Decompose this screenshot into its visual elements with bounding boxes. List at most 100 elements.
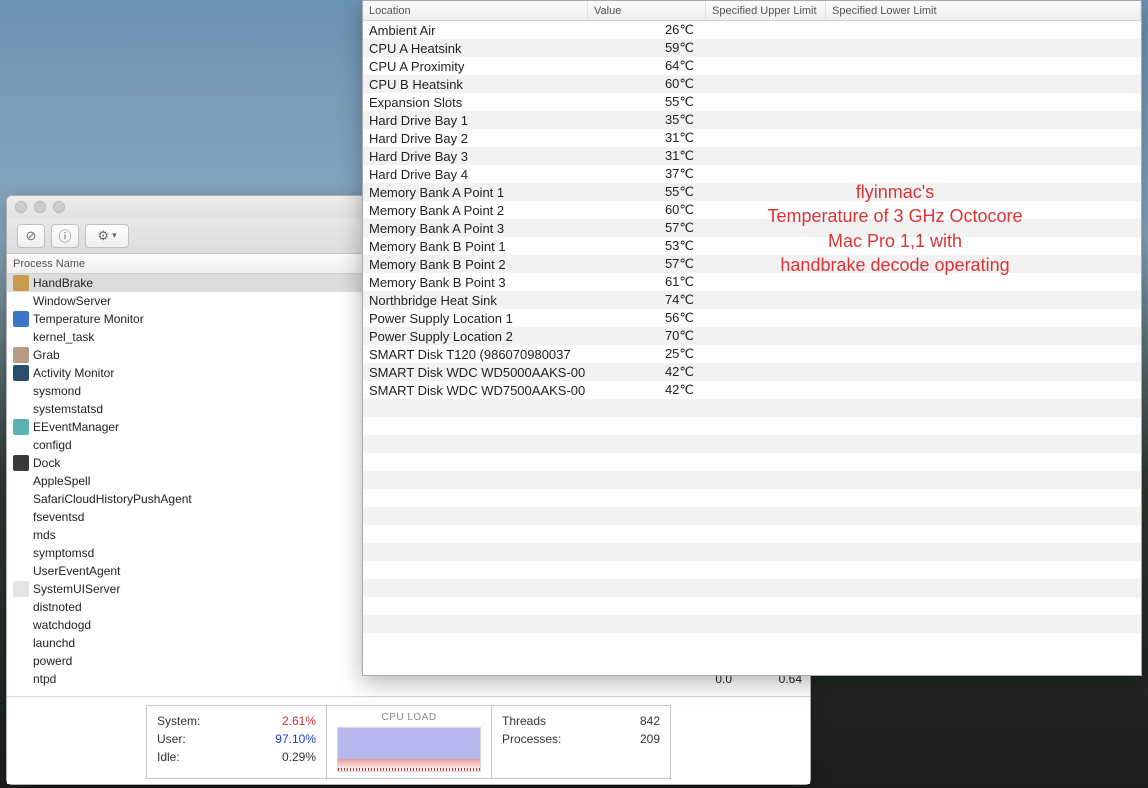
sensor-value: 60℃	[588, 202, 706, 218]
sensor-row[interactable]: Power Supply Location 156℃	[363, 309, 1141, 327]
sensor-location: CPU A Heatsink	[363, 41, 588, 56]
sensor-location: Hard Drive Bay 1	[363, 113, 588, 128]
empty-row	[363, 525, 1141, 543]
label-threads: Threads	[502, 712, 546, 730]
sensor-value: 42℃	[588, 364, 706, 380]
sensor-value: 37℃	[588, 166, 706, 182]
col-header-upper[interactable]: Specified Upper Limit	[706, 1, 826, 20]
sensor-row[interactable]: Ambient Air26℃	[363, 21, 1141, 39]
sensor-value: 61℃	[588, 274, 706, 290]
empty-row	[363, 615, 1141, 633]
sensor-location: Memory Bank B Point 3	[363, 275, 588, 290]
label-system: System:	[157, 712, 200, 730]
sensor-location: Memory Bank B Point 2	[363, 257, 588, 272]
sensor-location: Power Supply Location 1	[363, 311, 588, 326]
sensor-value: 59℃	[588, 40, 706, 56]
thread-process-summary: Threads 842 Processes: 209	[491, 705, 671, 779]
inspect-process-button[interactable]: ⓘ	[51, 224, 79, 248]
process-icon	[13, 419, 29, 435]
empty-row	[363, 417, 1141, 435]
sensor-row[interactable]: Hard Drive Bay 331℃	[363, 147, 1141, 165]
sensor-value: 60℃	[588, 76, 706, 92]
sensor-value: 55℃	[588, 94, 706, 110]
chevron-down-icon: ▾	[112, 230, 117, 241]
sensor-value: 42℃	[588, 382, 706, 398]
annotation-line: Temperature of 3 GHz Octocore	[735, 204, 1055, 228]
empty-row	[363, 507, 1141, 525]
empty-row	[363, 471, 1141, 489]
sensor-location: Hard Drive Bay 4	[363, 167, 588, 182]
sensor-row[interactable]: Hard Drive Bay 231℃	[363, 129, 1141, 147]
sensor-row[interactable]: SMART Disk T120 (98607098003725℃	[363, 345, 1141, 363]
empty-row	[363, 579, 1141, 597]
col-header-lower[interactable]: Specified Lower Limit	[826, 1, 1141, 20]
sensor-value: 26℃	[588, 22, 706, 38]
sensor-location: Hard Drive Bay 2	[363, 131, 588, 146]
sensor-value: 31℃	[588, 130, 706, 146]
sensor-location: Northbridge Heat Sink	[363, 293, 588, 308]
close-button[interactable]	[15, 201, 27, 213]
process-icon	[13, 275, 29, 291]
empty-row	[363, 453, 1141, 471]
empty-row	[363, 435, 1141, 453]
sensor-value: 56℃	[588, 310, 706, 326]
empty-row	[363, 597, 1141, 615]
am-footer: System:2.61% User:97.10% Idle:0.29% CPU …	[7, 696, 810, 784]
process-icon	[13, 581, 29, 597]
empty-row	[363, 399, 1141, 417]
value-idle: 0.29%	[282, 748, 316, 766]
stop-icon: ⊘	[26, 228, 37, 244]
sensor-location: Hard Drive Bay 3	[363, 149, 588, 164]
sensor-row[interactable]: Hard Drive Bay 135℃	[363, 111, 1141, 129]
label-user: User:	[157, 730, 186, 748]
sensor-value: 64℃	[588, 58, 706, 74]
stop-process-button[interactable]: ⊘	[17, 224, 45, 248]
sensor-location: CPU A Proximity	[363, 59, 588, 74]
process-icon	[13, 311, 29, 327]
empty-row	[363, 543, 1141, 561]
sensor-value: 35℃	[588, 112, 706, 128]
tm-column-headers: Location Value Specified Upper Limit Spe…	[363, 1, 1141, 21]
value-processes: 209	[640, 730, 660, 748]
sensor-value: 55℃	[588, 184, 706, 200]
process-icon	[13, 347, 29, 363]
sensor-location: SMART Disk WDC WD5000AAKS-00	[363, 365, 588, 380]
cpu-load-title: CPU LOAD	[337, 712, 481, 723]
empty-row	[363, 561, 1141, 579]
annotation-line: Mac Pro 1,1 with	[735, 229, 1055, 253]
label-processes: Processes:	[502, 730, 561, 748]
sensor-location: Expansion Slots	[363, 95, 588, 110]
annotation-line: handbrake decode operating	[735, 253, 1055, 277]
sensor-row[interactable]: CPU A Heatsink59℃	[363, 39, 1141, 57]
empty-row	[363, 489, 1141, 507]
sensor-value: 57℃	[588, 256, 706, 272]
value-user: 97.10%	[275, 730, 316, 748]
sensor-row[interactable]: SMART Disk WDC WD5000AAKS-0042℃	[363, 363, 1141, 381]
value-threads: 842	[640, 712, 660, 730]
cpu-load-graph: CPU LOAD	[326, 705, 491, 779]
sensor-value: 53℃	[588, 238, 706, 254]
sensor-row[interactable]: Expansion Slots55℃	[363, 93, 1141, 111]
tm-sensor-list[interactable]: Ambient Air26℃CPU A Heatsink59℃CPU A Pro…	[363, 21, 1141, 651]
sensor-value: 25℃	[588, 346, 706, 362]
gear-menu-button[interactable]: ⚙ ▾	[85, 224, 129, 248]
temperature-monitor-window: Location Value Specified Upper Limit Spe…	[362, 0, 1142, 676]
gear-icon: ⚙	[97, 228, 109, 244]
sensor-location: Memory Bank B Point 1	[363, 239, 588, 254]
sensor-value: 57℃	[588, 220, 706, 236]
sensor-row[interactable]: CPU B Heatsink60℃	[363, 75, 1141, 93]
empty-row	[363, 633, 1141, 651]
sensor-row[interactable]: Northbridge Heat Sink74℃	[363, 291, 1141, 309]
label-idle: Idle:	[157, 748, 180, 766]
sensor-row[interactable]: SMART Disk WDC WD7500AAKS-0042℃	[363, 381, 1141, 399]
process-icon	[13, 365, 29, 381]
cpu-usage-summary: System:2.61% User:97.10% Idle:0.29%	[146, 705, 326, 779]
sensor-location: Ambient Air	[363, 23, 588, 38]
info-icon: ⓘ	[58, 226, 71, 245]
sensor-location: Memory Bank A Point 2	[363, 203, 588, 218]
col-header-location[interactable]: Location	[363, 1, 588, 20]
annotation-overlay: flyinmac's Temperature of 3 GHz Octocore…	[735, 180, 1055, 277]
sensor-row[interactable]: Power Supply Location 270℃	[363, 327, 1141, 345]
col-header-value[interactable]: Value	[588, 1, 706, 20]
sensor-row[interactable]: CPU A Proximity64℃	[363, 57, 1141, 75]
